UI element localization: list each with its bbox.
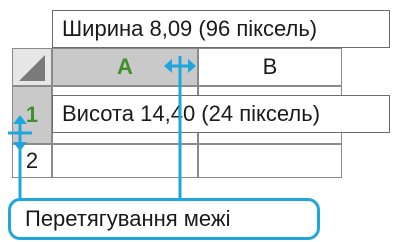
row-height-tooltip: Висота 14,40 (24 піксель) bbox=[52, 95, 390, 133]
select-all-corner[interactable] bbox=[12, 48, 52, 86]
column-width-tooltip: Ширина 8,09 (96 піксель) bbox=[52, 10, 390, 48]
cell-b2[interactable] bbox=[198, 144, 342, 178]
column-header-a[interactable]: A bbox=[52, 48, 198, 86]
cell-a2[interactable] bbox=[52, 144, 198, 178]
column-header-b[interactable]: B bbox=[198, 48, 342, 86]
drag-border-callout: Перетягування межі bbox=[8, 198, 320, 240]
select-all-triangle-icon bbox=[19, 55, 45, 81]
drag-border-callout-label: Перетягування межі bbox=[25, 206, 231, 231]
row-header-2[interactable]: 2 bbox=[12, 144, 52, 178]
row-header-1[interactable]: 1 bbox=[12, 86, 52, 144]
